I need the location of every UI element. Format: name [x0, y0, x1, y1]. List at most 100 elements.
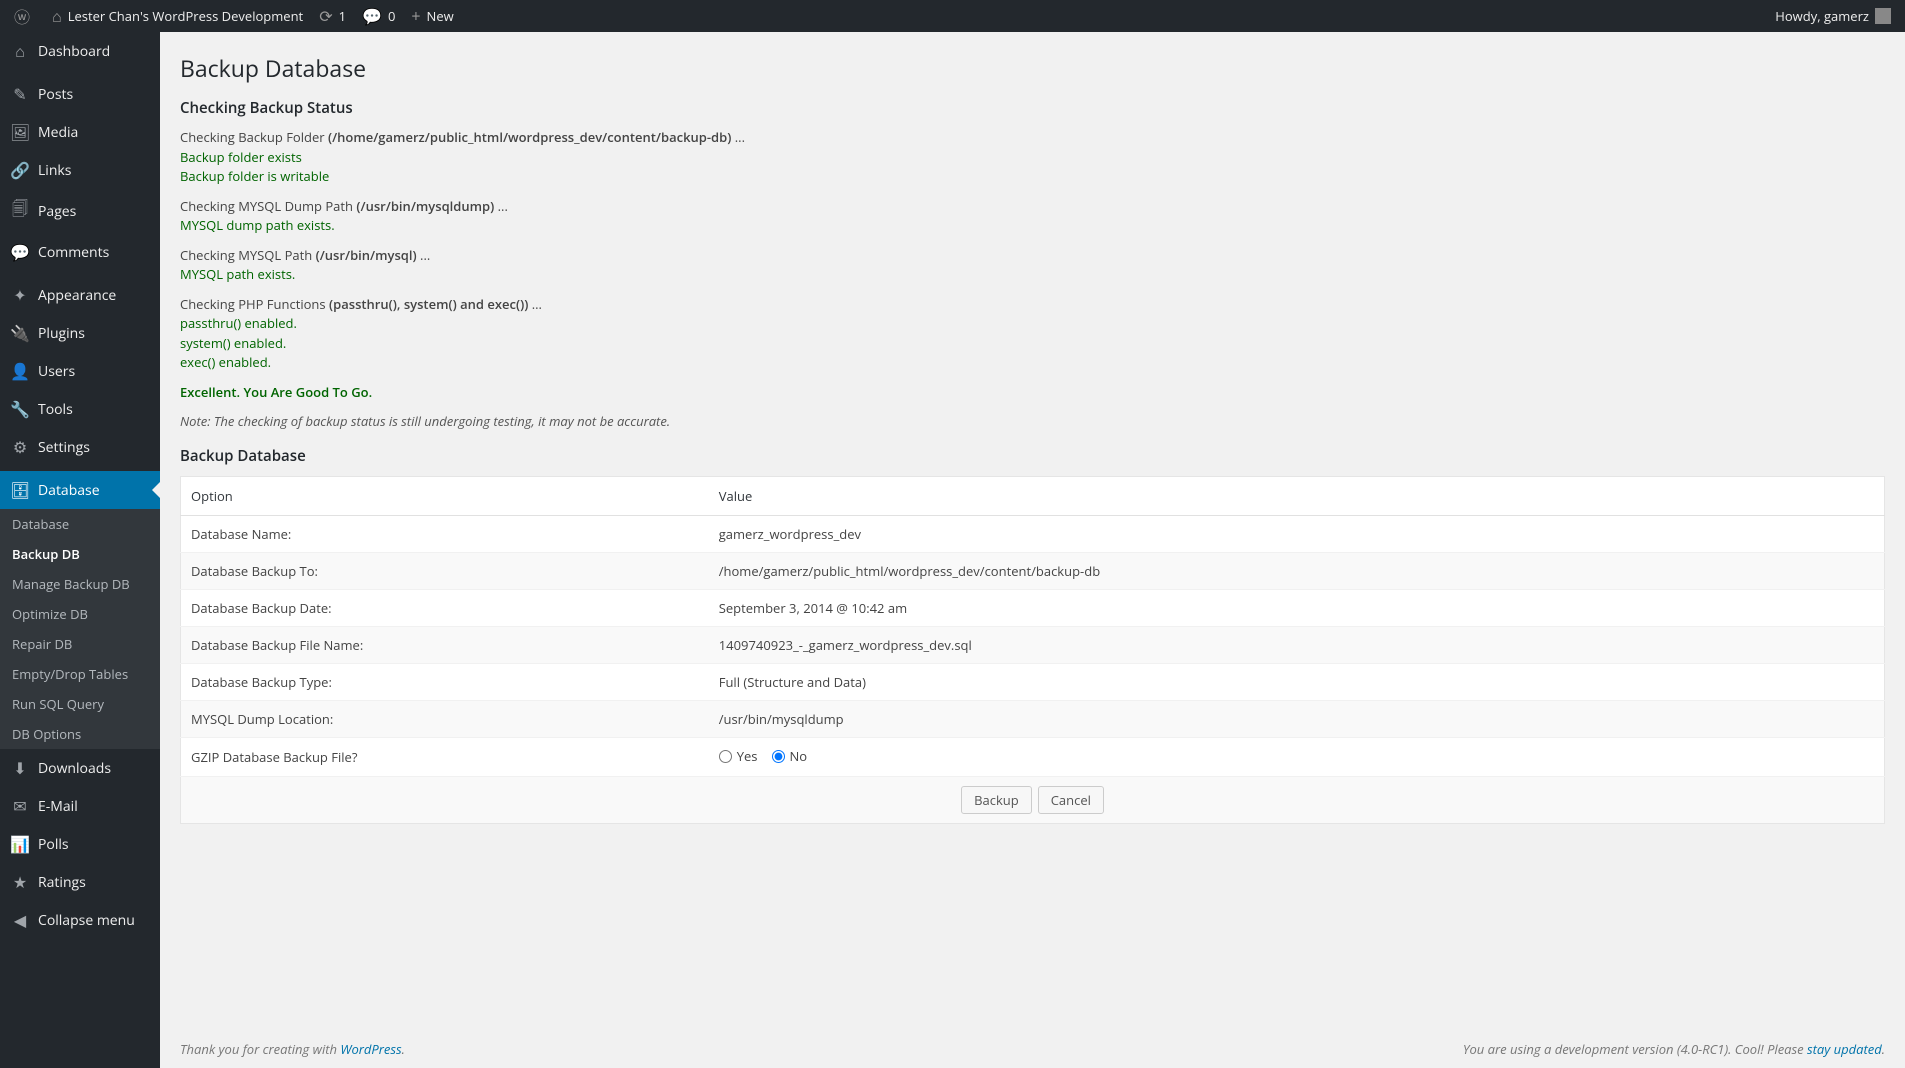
sidebar-item-label: Polls [38, 835, 69, 854]
table-row: Database Backup To:/home/gamerz/public_h… [181, 553, 1885, 590]
sidebar-item-label: Ratings [38, 873, 86, 892]
sidebar-item-plugins[interactable]: 🔌 Plugins [0, 314, 160, 352]
sidebar-item-label: Posts [38, 85, 73, 104]
submenu-item-db-options[interactable]: DB Options [0, 719, 160, 749]
sidebar-item-label: Database [38, 481, 100, 500]
table-row: Database Backup Type:Full (Structure and… [181, 664, 1885, 701]
submenu-item-backup-db[interactable]: Backup DB [0, 539, 160, 569]
sidebar-item-ratings[interactable]: ★ Ratings [0, 863, 160, 901]
status-note: Note: The checking of backup status is s… [180, 412, 1885, 430]
gzip-yes-label[interactable]: Yes [719, 747, 758, 765]
gzip-yes-radio[interactable] [719, 750, 732, 763]
appearance-icon: ✦ [10, 284, 30, 306]
table-row: Database Backup File Name:1409740923_-_g… [181, 627, 1885, 664]
sidebar-item-label: Plugins [38, 324, 85, 343]
status-heading: Checking Backup Status [180, 98, 1885, 118]
updates-link[interactable]: ⟳1 [311, 0, 354, 32]
backup-heading: Backup Database [180, 446, 1885, 466]
site-title: Lester Chan's WordPress Development [68, 7, 304, 25]
wordpress-icon: ⓦ [14, 4, 30, 28]
posts-icon: ✎ [10, 83, 30, 105]
gzip-no-label[interactable]: No [772, 747, 808, 765]
sidebar-item-collapse-menu[interactable]: ◀Collapse menu [0, 901, 160, 939]
th-value: Value [709, 477, 1885, 516]
submenu-item-empty-drop-tables[interactable]: Empty/Drop Tables [0, 659, 160, 689]
sidebar-item-label: Appearance [38, 286, 116, 305]
comments-icon: 💬 [10, 241, 30, 263]
status-ok: MYSQL dump path exists. [180, 216, 1885, 236]
status-block: Checking Backup Folder (/home/gamerz/pub… [180, 128, 1885, 187]
submenu-item-run-sql-query[interactable]: Run SQL Query [0, 689, 160, 719]
backup-options-table: Option Value Database Name:gamerz_wordpr… [180, 476, 1885, 824]
sidebar-item-pages[interactable]: 🗐 Pages [0, 189, 160, 233]
submenu-item-optimize-db[interactable]: Optimize DB [0, 599, 160, 629]
sidebar-item-label: Pages [38, 202, 76, 221]
media-icon: 🖼 [10, 121, 30, 143]
wp-logo[interactable]: ⓦ [6, 0, 44, 32]
status-ok: MYSQL path exists. [180, 265, 1885, 285]
sidebar-item-label: Users [38, 362, 75, 381]
cancel-button[interactable]: Cancel [1038, 786, 1104, 814]
status-ok: Backup folder is writable [180, 167, 1885, 187]
sidebar-item-tools[interactable]: 🔧 Tools [0, 390, 160, 428]
sidebar-item-polls[interactable]: 📊 Polls [0, 825, 160, 863]
status-ok: Backup folder exists [180, 148, 1885, 168]
status-block: Checking MYSQL Path (/usr/bin/mysql) ...… [180, 246, 1885, 285]
new-content-link[interactable]: +New [403, 0, 461, 32]
sidebar-item-links[interactable]: 🔗 Links [0, 151, 160, 189]
comments-link[interactable]: 💬0 [354, 0, 403, 32]
new-label: New [427, 7, 454, 25]
polls-icon: 📊 [10, 833, 30, 855]
users-icon: 👤 [10, 360, 30, 382]
site-name-link[interactable]: ⌂Lester Chan's WordPress Development [44, 0, 311, 32]
pages-icon: 🗐 [10, 197, 30, 225]
status-block: Checking PHP Functions (passthru(), syst… [180, 295, 1885, 373]
sidebar-item-media[interactable]: 🖼 Media [0, 113, 160, 151]
sidebar-item-downloads[interactable]: ⬇ Downloads [0, 749, 160, 787]
ratings-icon: ★ [10, 871, 30, 893]
status-block: Checking MYSQL Dump Path (/usr/bin/mysql… [180, 197, 1885, 236]
admin-menu: ⌂Dashboard ✎ Posts 🖼 Media 🔗 Links 🗐 Pages 💬 Comme… [0, 32, 160, 1068]
status-excellent: Excellent. You Are Good To Go. [180, 383, 372, 401]
table-row: Database Backup Date:September 3, 2014 @… [181, 590, 1885, 627]
updates-count: 1 [339, 7, 346, 25]
sidebar-item-comments[interactable]: 💬 Comments [0, 233, 160, 271]
admin-bar: ⓦ ⌂Lester Chan's WordPress Development ⟳… [0, 0, 1905, 32]
sidebar-item-users[interactable]: 👤 Users [0, 352, 160, 390]
my-account-link[interactable]: Howdy, gamerz [1767, 0, 1899, 32]
submenu-item-repair-db[interactable]: Repair DB [0, 629, 160, 659]
sidebar-item-label: Collapse menu [38, 911, 135, 930]
gzip-no-radio[interactable] [772, 750, 785, 763]
sidebar-item-label: Media [38, 123, 78, 142]
table-row: Database Name:gamerz_wordpress_dev [181, 516, 1885, 553]
footer: Thank you for creating with WordPress. Y… [160, 1030, 1905, 1068]
comments-count: 0 [388, 7, 395, 25]
table-row-gzip: GZIP Database Backup File?YesNo [181, 738, 1885, 777]
backup-button[interactable]: Backup [961, 786, 1032, 814]
sidebar-item-e-mail[interactable]: ✉E-Mail [0, 787, 160, 825]
sidebar-item-database[interactable]: 🗄Database [0, 471, 160, 509]
stay-updated-link[interactable]: stay updated [1807, 1040, 1882, 1058]
tools-icon: 🔧 [10, 398, 30, 420]
sidebar-item-dashboard[interactable]: ⌂Dashboard [0, 32, 160, 70]
sidebar-item-label: Comments [38, 243, 109, 262]
th-option: Option [181, 477, 709, 516]
howdy-text: Howdy, gamerz [1775, 7, 1869, 25]
submenu-item-manage-backup-db[interactable]: Manage Backup DB [0, 569, 160, 599]
sidebar-item-label: Tools [38, 400, 73, 419]
wordpress-link[interactable]: WordPress [340, 1040, 401, 1058]
plugins-icon: 🔌 [10, 322, 30, 344]
comment-icon: 💬 [362, 5, 382, 27]
sidebar-item-label: Downloads [38, 759, 111, 778]
e-mail-icon: ✉ [10, 795, 30, 817]
footer-right: You are using a development version (4.0… [1463, 1040, 1885, 1058]
submenu-item-database[interactable]: Database [0, 509, 160, 539]
page-title: Backup Database [180, 52, 1885, 84]
table-row: MYSQL Dump Location:/usr/bin/mysqldump [181, 701, 1885, 738]
sidebar-item-settings[interactable]: ⚙Settings [0, 428, 160, 466]
sidebar-item-appearance[interactable]: ✦ Appearance [0, 276, 160, 314]
downloads-icon: ⬇ [10, 757, 30, 779]
sidebar-item-posts[interactable]: ✎ Posts [0, 75, 160, 113]
links-icon: 🔗 [10, 159, 30, 181]
sidebar-item-label: Links [38, 161, 71, 180]
